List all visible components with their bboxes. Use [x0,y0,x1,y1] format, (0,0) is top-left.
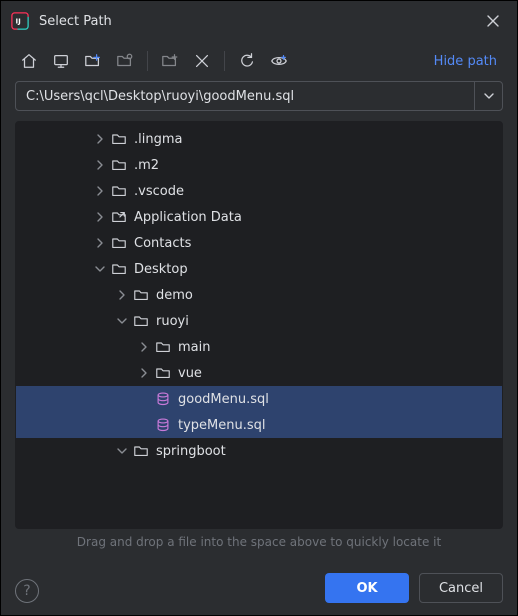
close-button[interactable] [479,7,507,35]
chevron-right-icon[interactable] [90,129,110,149]
folder-icon [110,182,128,200]
path-input-wrap [15,81,503,111]
tree-row-label: .lingma [134,132,182,147]
titlebar: IJ Select Path [1,1,517,41]
home-button[interactable] [15,47,43,75]
tree-row[interactable]: ruoyi [16,308,502,334]
delete-button[interactable] [188,47,216,75]
select-path-dialog: IJ Select Path [0,0,518,616]
tree-row[interactable]: goodMenu.sql [16,386,502,412]
tree-row[interactable]: typeMenu.sql [16,412,502,438]
folder-icon [110,156,128,174]
show-hidden-button[interactable] [265,47,293,75]
help-button[interactable]: ? [15,579,39,603]
database-icon [154,416,172,434]
tree-row[interactable]: Application Data [16,204,502,230]
tree-row[interactable]: Contacts [16,230,502,256]
chevron-down-icon[interactable] [112,311,132,331]
chevron-right-icon[interactable] [134,337,154,357]
tree-row-label: demo [156,288,193,303]
dialog-title: Select Path [39,14,112,29]
folder-icon [154,364,172,382]
tree-row[interactable]: .lingma [16,126,502,152]
chevron-right-icon[interactable] [90,207,110,227]
folder-icon [132,442,150,460]
tree-row-label: ruoyi [156,314,189,329]
tree-row[interactable]: Desktop [16,256,502,282]
tree-row-label: goodMenu.sql [178,392,269,407]
ok-button[interactable]: OK [325,573,409,603]
path-input[interactable] [16,82,474,110]
app-icon: IJ [11,12,29,30]
folder-icon [110,260,128,278]
tree-row[interactable]: .m2 [16,152,502,178]
folder-shortcut-icon [110,208,128,226]
hide-path-link[interactable]: Hide path [428,50,503,73]
path-dropdown-button[interactable] [474,82,502,110]
project-button[interactable] [79,47,107,75]
tree-row-label: .m2 [134,158,159,173]
database-icon [154,390,172,408]
tree-row-label: vue [178,366,202,381]
tree-row-label: Application Data [134,210,242,225]
tree-row[interactable]: .vscode [16,178,502,204]
module-button[interactable] [111,47,139,75]
cancel-button[interactable]: Cancel [419,573,503,603]
toolbar-separator [224,51,225,71]
chevron-right-icon[interactable] [90,233,110,253]
tree-row-label: typeMenu.sql [178,418,266,433]
chevron-down-icon[interactable] [112,441,132,461]
folder-icon [110,234,128,252]
refresh-button[interactable] [233,47,261,75]
tree-row[interactable]: main [16,334,502,360]
svg-text:IJ: IJ [16,17,22,26]
tree-row[interactable]: demo [16,282,502,308]
file-tree[interactable]: .lingma .m2 .vscode Application Data Contact… [16,122,502,528]
chevron-down-icon[interactable] [90,259,110,279]
dialog-footer: ? OK Cancel [1,561,517,615]
drop-hint: Drag and drop a file into the space abov… [1,529,517,561]
tree-row[interactable]: springboot [16,438,502,464]
tree-row-label: main [178,340,210,355]
chevron-right-icon[interactable] [90,181,110,201]
desktop-button[interactable] [47,47,75,75]
new-folder-button[interactable] [156,47,184,75]
file-tree-wrap: .lingma .m2 .vscode Application Data Contact… [15,121,503,529]
folder-icon [132,286,150,304]
tree-row-label: Desktop [134,262,188,277]
tree-row-label: Contacts [134,236,191,251]
tree-row-label: .vscode [134,184,184,199]
toolbar-separator [147,51,148,71]
folder-icon [154,338,172,356]
folder-icon [132,312,150,330]
toolbar: Hide path [1,41,517,81]
chevron-right-icon[interactable] [112,285,132,305]
chevron-right-icon[interactable] [90,155,110,175]
tree-row[interactable]: vue [16,360,502,386]
path-row [1,81,517,121]
tree-row-label: springboot [156,444,226,459]
chevron-right-icon[interactable] [134,363,154,383]
folder-icon [110,130,128,148]
